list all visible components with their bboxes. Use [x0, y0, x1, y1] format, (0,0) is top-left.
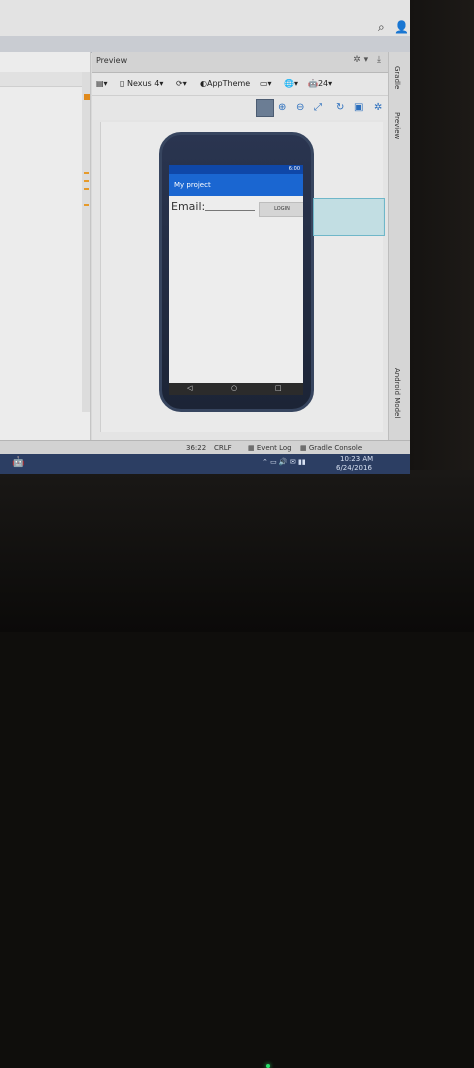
android-studio-taskbar-icon[interactable]: 🤖: [12, 457, 24, 468]
settings-icon[interactable]: ✲: [374, 102, 382, 113]
line-separator[interactable]: CRLF: [214, 444, 232, 452]
error-stripe-mark[interactable]: [84, 172, 89, 174]
activity-dropdown[interactable]: ▭▾: [260, 79, 272, 88]
warning-marker[interactable]: [84, 94, 90, 100]
editor-tabs: [0, 36, 410, 53]
device-nav-bar: ◁ ○ □: [169, 383, 303, 395]
preview-toolbar: ▤▾ ▯ Nexus 4▾ ⟳▾ ◐AppTheme ▭▾ 🌐▾ 🤖24▾: [92, 73, 388, 96]
cursor-position: 36:22: [186, 444, 207, 452]
design-mode-toggle[interactable]: [256, 99, 274, 117]
selection-highlight[interactable]: [313, 198, 385, 236]
preview-title: Preview: [96, 56, 128, 65]
device-frame: 6:00 My project Email: LOGIN ◁ ○ □: [159, 132, 314, 412]
device-screen: 6:00 My project Email: LOGIN: [169, 165, 303, 383]
zoom-in-icon[interactable]: ⊕: [278, 102, 286, 113]
panel-settings-icons[interactable]: ✲▾ ⤓: [353, 55, 384, 65]
app-bar: My project: [169, 174, 303, 196]
locale-icon[interactable]: 🌐▾: [284, 79, 298, 88]
monitor-bezel: [410, 0, 474, 470]
app-title: My project: [174, 181, 211, 189]
recents-icon: □: [275, 384, 282, 392]
preview-panel: Preview ✲▾ ⤓ ▤▾ ▯ Nexus 4▾ ⟳▾ ◐AppTheme …: [92, 52, 388, 440]
login-button[interactable]: LOGIN: [259, 202, 303, 217]
right-tool-strip: Gradle Preview Android Model: [388, 52, 410, 440]
clock-date[interactable]: 6/24/2016: [336, 464, 372, 472]
error-stripe-mark[interactable]: [84, 180, 89, 182]
device-dropdown[interactable]: ▯ Nexus 4▾: [120, 79, 163, 88]
home-icon: ○: [231, 384, 238, 392]
zoom-out-icon[interactable]: ⊖: [296, 102, 304, 113]
tray-icons[interactable]: ⌃ ▭ 🔊 ✉ ▮▮: [262, 458, 306, 466]
zoom-fit-icon[interactable]: ⤢: [314, 102, 322, 113]
zoom-toolbar: ⊕ ⊖ ⤢ ↻ ▣ ✲: [92, 96, 388, 120]
ide-title-bar: ⌕ 👤: [0, 0, 410, 37]
device-time: 6:00: [288, 166, 300, 172]
preview-header: Preview ✲▾ ⤓: [92, 52, 388, 73]
windows-taskbar: 🤖 36:22 CRLF ⌃ ▭ 🔊 ✉ ▮▮ 10:23 AM 6/24/20…: [0, 444, 410, 474]
power-led: [266, 1064, 270, 1068]
editor-gutter: [82, 72, 90, 412]
email-label[interactable]: Email:: [171, 200, 205, 213]
back-icon: ◁: [187, 384, 193, 392]
search-icon[interactable]: ⌕: [378, 20, 385, 35]
editor-breadcrumb: [0, 72, 82, 87]
theme-dropdown[interactable]: ◐AppTheme: [200, 79, 250, 88]
clock-time[interactable]: 10:23 AM: [340, 455, 373, 463]
api-level-dropdown[interactable]: 🤖24▾: [308, 79, 332, 88]
laptop-base: [0, 470, 474, 1068]
layout-canvas[interactable]: 6:00 My project Email: LOGIN ◁ ○ □: [100, 122, 385, 432]
error-stripe-mark[interactable]: [84, 204, 89, 206]
screenshot-icon[interactable]: ▣: [354, 102, 363, 113]
event-log-tab[interactable]: ▦ Event Log: [248, 444, 292, 452]
code-editor[interactable]: [0, 52, 98, 452]
preview-tab[interactable]: Preview: [393, 112, 401, 139]
gradle-tab[interactable]: Gradle: [393, 66, 401, 89]
orientation-icon[interactable]: ⟳▾: [176, 79, 187, 88]
user-icon[interactable]: 👤: [394, 20, 409, 34]
email-field[interactable]: [205, 210, 255, 211]
error-stripe-mark[interactable]: [84, 188, 89, 190]
screen: ⌕ 👤 Preview ✲▾ ⤓ ▤▾ ▯ Nexus 4▾ ⟳▾ ◐AppTh…: [0, 0, 410, 474]
device-status-bar: 6:00: [169, 165, 303, 174]
gradle-console-tab[interactable]: ▦ Gradle Console: [300, 444, 362, 452]
android-model-tab[interactable]: Android Model: [393, 368, 401, 418]
refresh-icon[interactable]: ↻: [336, 102, 344, 113]
layers-icon[interactable]: ▤▾: [96, 79, 108, 88]
